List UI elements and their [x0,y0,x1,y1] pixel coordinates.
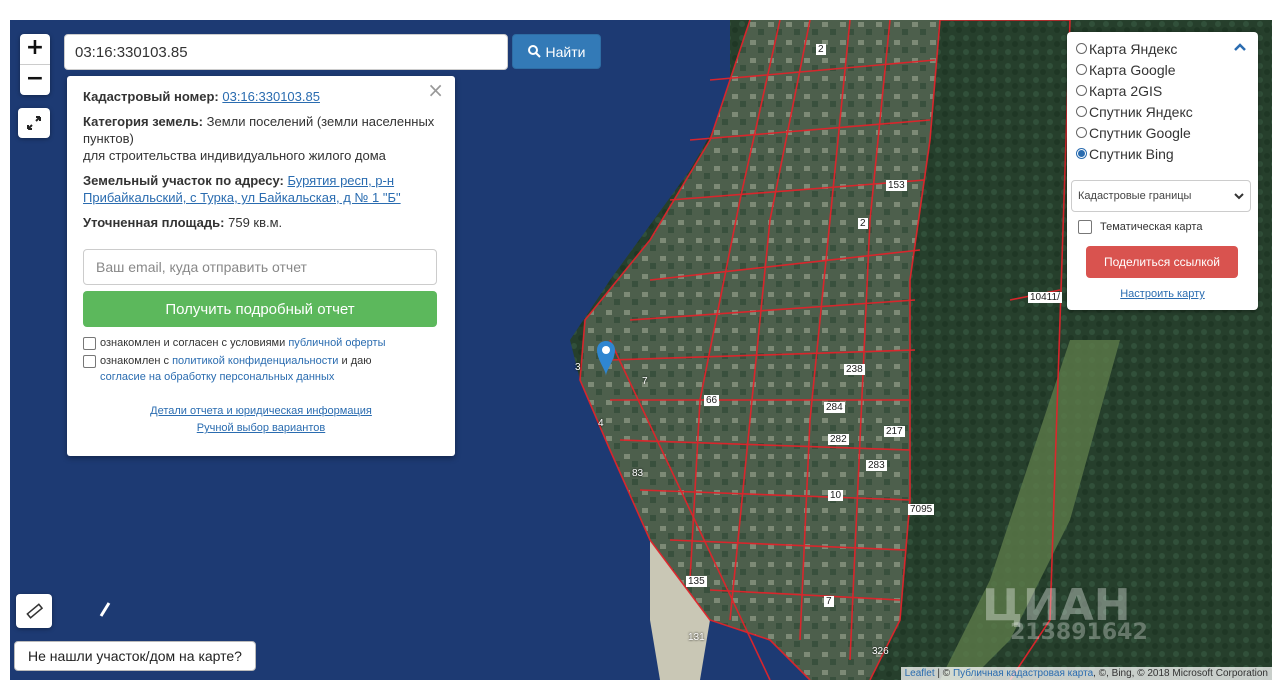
privacy-agreement-row: ознакомлен с политикой конфиденциальност… [83,353,439,385]
map-label: 7 [642,376,648,387]
email-input[interactable] [83,249,437,285]
thematic-map-toggle[interactable]: Тематическая карта [1078,220,1202,234]
search-icon [527,45,541,58]
overlay-select-value: Кадастровые границы [1078,190,1192,202]
attribution-separator: | © [934,668,953,679]
thematic-map-checkbox[interactable] [1078,220,1092,234]
map-label: 217 [884,426,905,437]
public-offer-link[interactable]: публичной оферты [288,337,385,349]
basemap-option-label: Карта 2GIS [1089,82,1163,99]
basemap-option[interactable]: Карта 2GIS [1067,80,1258,101]
share-link-button[interactable]: Поделиться ссылкой [1086,246,1238,278]
map-label: 284 [824,402,845,413]
basemap-option-label: Карта Яндекс [1089,40,1178,57]
not-found-button[interactable]: Не нашли участок/дом на карте? [14,641,256,671]
get-report-button[interactable]: Получить подробный отчет [83,291,437,327]
map-label: 83 [632,468,644,479]
map-label: 282 [828,434,849,445]
search-input[interactable] [64,34,508,70]
basemap-option[interactable]: Спутник Bing [1067,143,1258,164]
basemap-option[interactable]: Спутник Яндекс [1067,101,1258,122]
close-icon[interactable]: × [427,80,444,100]
leaflet-link[interactable]: Leaflet [905,668,935,679]
map-label: 7095 [908,504,935,515]
map-label: 10411/ [1028,292,1062,303]
map-label: 283 [866,460,887,471]
search-button-label: Найти [545,43,586,60]
setup-map-link[interactable]: Настроить карту [1120,288,1205,300]
map-attribution: Leaflet | © Публичная кадастровая карта,… [900,667,1272,680]
cadastral-number-label: Кадастровый номер: [83,89,219,104]
land-usage-value: для строительства индивидуального жилого… [83,148,386,163]
map-label: 326 [872,646,889,657]
map-label: 135 [686,576,707,587]
fullscreen-button[interactable] [18,108,50,138]
basemap-option-label: Спутник Google [1089,124,1191,141]
radio-icon [1076,106,1087,117]
map-label: 7 [824,596,834,607]
report-details-link[interactable]: Детали отчета и юридическая информация [150,405,372,417]
zoom-control: + − [20,34,50,95]
map-label: 66 [704,395,720,406]
search-button[interactable]: Найти [512,34,601,69]
pencil-icon [99,602,111,617]
basemap-option-label: Спутник Яндекс [1089,103,1193,120]
basemap-option-label: Спутник Bing [1089,145,1174,162]
ruler-icon [26,603,43,619]
cadastral-number-link[interactable]: 03:16:330103.85 [222,89,320,104]
setup-map-row: Настроить карту [1067,288,1258,300]
layers-panel: Карта Яндекс Карта Google Карта 2GIS Спу… [1067,32,1258,310]
thematic-map-label: Тематическая карта [1100,221,1203,233]
zoom-out-button[interactable]: − [20,64,50,95]
privacy-agreement-checkbox[interactable] [83,355,96,368]
cadastral-map-link[interactable]: Публичная кадастровая карта [953,668,1093,679]
map-label: 2 [858,218,868,229]
land-category-row: Категория земель: Земли поселений (земли… [83,113,439,164]
cadastral-number-row: Кадастровый номер: 03:16:330103.85 [83,88,439,105]
overlay-select[interactable]: Кадастровые границы [1071,180,1251,212]
chevron-down-icon [1234,192,1244,199]
popup-footer-links: Детали отчета и юридическая информация Р… [83,403,439,437]
address-label: Земельный участок по адресу: [83,173,284,188]
basemap-option-label: Карта Google [1089,61,1176,78]
radio-icon [1076,43,1087,54]
offer-agreement-row: ознакомлен и согласен с условиями публич… [83,335,439,351]
map-label: 238 [844,364,865,375]
address-row: Земельный участок по адресу: Бурятия рес… [83,172,439,206]
basemap-option[interactable]: Карта Яндекс [1067,38,1258,59]
map-label: 3 [575,362,581,373]
personal-data-consent-link[interactable]: согласие на обработку персональных данны… [100,371,334,383]
basemap-list: Карта Яндекс Карта Google Карта 2GIS Спу… [1067,38,1258,164]
area-value: 759 кв.м. [228,215,283,230]
privacy-agreement-text: ознакомлен с [100,355,173,367]
pencil-button[interactable] [98,600,112,623]
privacy-policy-link[interactable]: политикой конфиденциальности [172,355,338,367]
map-label: 2 [816,44,826,55]
parcel-info-popup: × Кадастровый номер: 03:16:330103.85 Кат… [67,76,455,456]
expand-icon [27,116,41,130]
map-label: 10 [828,490,844,501]
map-label: 131 [688,632,705,643]
zoom-in-button[interactable]: + [20,34,50,64]
attribution-tail: , ©, Bing, © 2018 Microsoft Corporation [1093,668,1268,679]
collapse-chevron-up-icon[interactable] [1234,38,1246,54]
map-label: 4 [598,418,604,429]
offer-agreement-checkbox[interactable] [83,337,96,350]
radio-icon [1076,85,1087,96]
manual-selection-link[interactable]: Ручной выбор вариантов [197,422,325,434]
ruler-button[interactable] [16,594,52,628]
watermark-id: 213891642 [1010,620,1148,645]
offer-agreement-text: ознакомлен и согласен с условиями [100,337,289,349]
area-label: Уточненная площадь: [83,215,225,230]
radio-icon [1076,127,1087,138]
radio-icon [1076,148,1087,159]
land-category-label: Категория земель: [83,114,204,129]
privacy-agreement-tail: и даю [338,355,372,367]
area-row: Уточненная площадь: 759 кв.м. [83,214,439,231]
radio-icon [1076,64,1087,75]
basemap-option[interactable]: Карта Google [1067,59,1258,80]
basemap-option[interactable]: Спутник Google [1067,122,1258,143]
map-label: 153 [886,180,907,191]
